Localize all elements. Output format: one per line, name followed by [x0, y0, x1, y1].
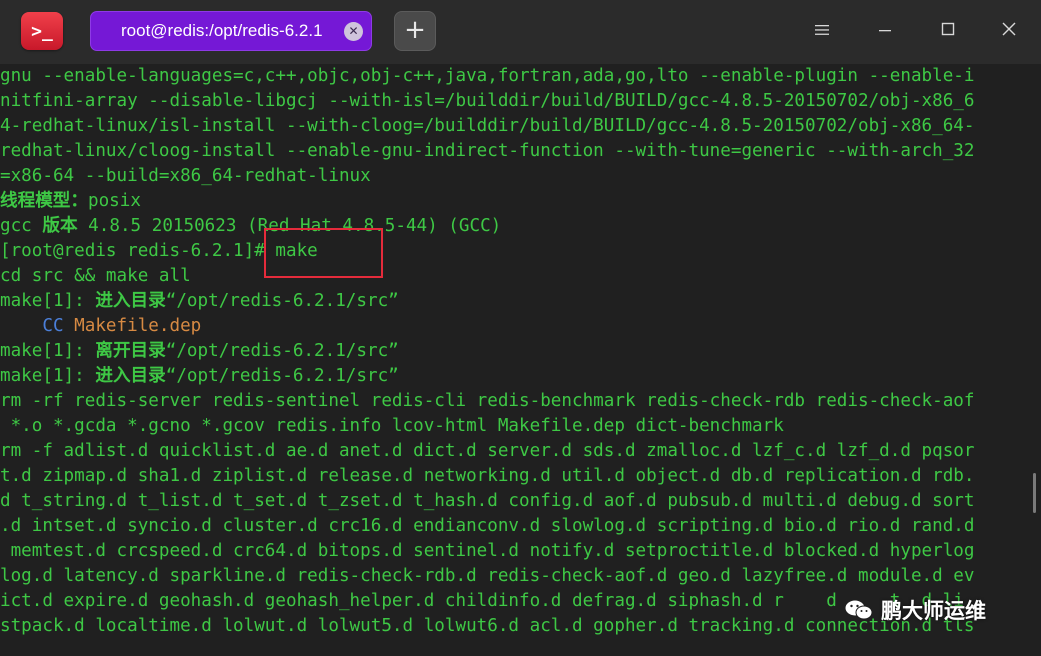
close-window-icon[interactable]	[999, 20, 1019, 42]
terminal-text-segment: ict.d expire.d geohash.d geohash_helper.…	[0, 591, 964, 611]
tab-close-icon[interactable]: ✕	[344, 22, 363, 41]
terminal-line: t.d zipmap.d sha1.d ziplist.d release.d …	[0, 464, 1035, 489]
new-tab-button[interactable]: +	[394, 11, 436, 51]
terminal-text-segment: “/opt/redis-6.2.1/src”	[165, 291, 399, 311]
terminal-text-segment: make[1]:	[0, 366, 96, 386]
terminal-line: make[1]: 进入目录“/opt/redis-6.2.1/src”	[0, 364, 1035, 389]
wechat-icon	[845, 599, 873, 621]
terminal-text-segment: .d intset.d syncio.d cluster.d crc16.d e…	[0, 516, 975, 536]
terminal-line: memtest.d crcspeed.d crc64.d bitops.d se…	[0, 539, 1035, 564]
terminal-line: log.d latency.d sparkline.d redis-check-…	[0, 564, 1035, 589]
terminal-window: >_ root@redis:/opt/redis-6.2.1 ✕ + gnu -…	[0, 0, 1041, 656]
terminal-line: .d intset.d syncio.d cluster.d crc16.d e…	[0, 514, 1035, 539]
terminal-text-segment: “/opt/redis-6.2.1/src”	[165, 366, 399, 386]
terminal-line: *.o *.gcda *.gcno *.gcov redis.info lcov…	[0, 414, 1035, 439]
terminal-app-icon[interactable]: >_	[21, 12, 63, 50]
terminal-line: make[1]: 进入目录“/opt/redis-6.2.1/src”	[0, 289, 1035, 314]
terminal-line: CC Makefile.dep	[0, 314, 1035, 339]
terminal-line: d t_string.d t_list.d t_set.d t_zset.d t…	[0, 489, 1035, 514]
wechat-bubbles	[845, 600, 873, 620]
minimize-line	[879, 30, 891, 32]
terminal-text-segment: Makefile.dep	[74, 316, 202, 336]
terminal-text-segment: CC	[42, 316, 64, 336]
terminal-text-segment: =x86-64 --build=x86_64-redhat-linux	[0, 166, 371, 186]
terminal-text-segment: nitfini-array --disable-libgcj --with-is…	[0, 91, 975, 111]
terminal-text-segment: memtest.d crcspeed.d crc64.d bitops.d se…	[0, 541, 975, 561]
terminal-line: nitfini-array --disable-libgcj --with-is…	[0, 89, 1035, 114]
terminal-text-segment: gnu --enable-languages=c,c++,objc,obj-c+…	[0, 66, 975, 86]
terminal-text-segment: gcc	[0, 216, 43, 236]
make-command-highlight	[264, 228, 383, 278]
tab-terminal[interactable]: root@redis:/opt/redis-6.2.1 ✕	[90, 11, 372, 51]
terminal-text-segment: 进入目录	[95, 291, 166, 311]
menu-lines	[815, 25, 829, 35]
terminal-line: make[1]: 离开目录“/opt/redis-6.2.1/src”	[0, 339, 1035, 364]
terminal-text-segment: t.d zipmap.d sha1.d ziplist.d release.d …	[0, 466, 975, 486]
close-x	[1002, 22, 1016, 36]
terminal-text-segment: 4-redhat-linux/isl-install --with-cloog=…	[0, 116, 975, 136]
terminal-line: [root@redis redis-6.2.1]# make	[0, 239, 1035, 264]
terminal-line: cd src && make all	[0, 264, 1035, 289]
terminal-line: gcc 版本 4.8.5 20150623 (Red Hat 4.8.5-44)…	[0, 214, 1035, 239]
terminal-text-segment: redhat-linux/cloog-install --enable-gnu-…	[0, 141, 975, 161]
terminal-text-segment: d t_string.d t_list.d t_set.d t_zset.d t…	[0, 491, 975, 511]
maximize-icon[interactable]	[938, 20, 958, 42]
terminal-text-segment: posix	[87, 191, 141, 211]
terminal-text-segment: log.d latency.d sparkline.d redis-check-…	[0, 566, 975, 586]
minimize-icon[interactable]	[875, 20, 895, 42]
terminal-text-segment: make[1]:	[0, 341, 96, 361]
terminal-text-segment: make[1]:	[0, 291, 96, 311]
terminal-text-segment: 进入目录	[95, 366, 166, 386]
terminal-text-segment: 线程模型：	[0, 191, 88, 211]
hamburger-menu-icon[interactable]	[812, 20, 832, 42]
title-bar: >_ root@redis:/opt/redis-6.2.1 ✕ +	[0, 0, 1041, 64]
terminal-line: 4-redhat-linux/isl-install --with-cloog=…	[0, 114, 1035, 139]
terminal-line: =x86-64 --build=x86_64-redhat-linux	[0, 164, 1035, 189]
scrollbar-thumb[interactable]	[1033, 473, 1036, 513]
terminal-output[interactable]: gnu --enable-languages=c,c++,objc,obj-c+…	[0, 64, 1041, 656]
terminal-text-segment: rm -rf redis-server redis-sentinel redis…	[0, 391, 975, 411]
terminal-line: rm -f adlist.d quicklist.d ae.d anet.d d…	[0, 439, 1035, 464]
terminal-text-segment: rm -f adlist.d quicklist.d ae.d anet.d d…	[0, 441, 975, 461]
terminal-text-segment: 版本	[42, 216, 78, 236]
terminal-line: redhat-linux/cloog-install --enable-gnu-…	[0, 139, 1035, 164]
terminal-lines: gnu --enable-languages=c,c++,objc,obj-c+…	[0, 64, 1035, 639]
terminal-line: 线程模型：posix	[0, 189, 1035, 214]
terminal-text-segment: “/opt/redis-6.2.1/src”	[165, 341, 399, 361]
terminal-text-segment: *.o *.gcda *.gcno *.gcov redis.info lcov…	[0, 416, 784, 436]
terminal-text-segment: 离开目录	[95, 341, 166, 361]
terminal-line: gnu --enable-languages=c,c++,objc,obj-c+…	[0, 64, 1035, 89]
maximize-square	[941, 22, 955, 36]
watermark-text: 鹏大师运维	[881, 599, 986, 623]
watermark: 鹏大师运维	[845, 594, 986, 626]
terminal-text-segment: cd src && make all	[0, 266, 191, 286]
tab-title: root@redis:/opt/redis-6.2.1	[121, 21, 323, 40]
terminal-text-segment: stpack.d localtime.d lolwut.d lolwut5.d …	[0, 616, 975, 636]
terminal-line: rm -rf redis-server redis-sentinel redis…	[0, 389, 1035, 414]
